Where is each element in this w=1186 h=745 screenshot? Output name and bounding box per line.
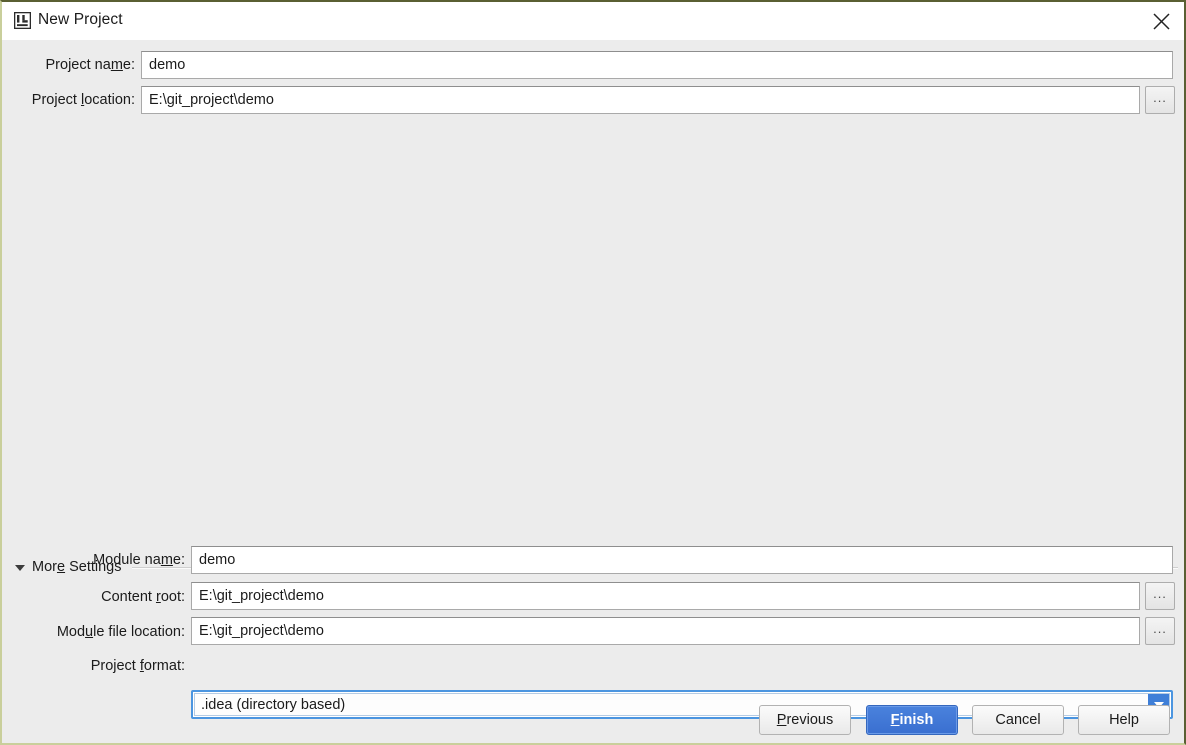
module-name-label: Module name: bbox=[2, 552, 185, 568]
ellipsis-icon: ... bbox=[1153, 90, 1167, 105]
new-project-dialog: New Project Project name: Project locati… bbox=[0, 0, 1186, 745]
label-part: inish bbox=[900, 712, 934, 728]
dialog-content: Project name: Project location: ... More… bbox=[2, 40, 1184, 743]
button-label: Help bbox=[1109, 712, 1139, 728]
close-button[interactable] bbox=[1138, 2, 1184, 40]
project-location-label: Project location: bbox=[2, 92, 135, 108]
previous-button[interactable]: Previous bbox=[759, 705, 851, 735]
label-part: e: bbox=[173, 552, 185, 568]
label-mnemonic: m bbox=[161, 552, 173, 568]
dialog-titlebar: New Project bbox=[2, 2, 1184, 41]
label-part: Module na bbox=[93, 552, 161, 568]
cancel-button[interactable]: Cancel bbox=[972, 705, 1064, 735]
label-part: revious bbox=[786, 712, 833, 728]
label-part: Project na bbox=[46, 57, 111, 73]
label-part: Project bbox=[32, 92, 81, 108]
button-label: Finish bbox=[891, 712, 934, 728]
project-location-browse-button[interactable]: ... bbox=[1145, 86, 1175, 114]
label-part: ormat: bbox=[144, 658, 185, 674]
button-label: Previous bbox=[777, 712, 833, 728]
project-location-input[interactable] bbox=[141, 86, 1140, 114]
module-file-location-browse-button[interactable]: ... bbox=[1145, 617, 1175, 645]
label-part: oot: bbox=[161, 589, 185, 605]
label-part: Project bbox=[91, 658, 140, 674]
content-root-input[interactable] bbox=[191, 582, 1140, 610]
label-part: le file location: bbox=[93, 624, 185, 640]
content-root-browse-button[interactable]: ... bbox=[1145, 582, 1175, 610]
label-mnemonic: P bbox=[777, 712, 787, 728]
finish-button[interactable]: Finish bbox=[866, 705, 958, 735]
project-name-input[interactable] bbox=[141, 51, 1173, 79]
module-name-input[interactable] bbox=[191, 546, 1173, 574]
project-name-label: Project name: bbox=[2, 57, 135, 73]
label-mnemonic: u bbox=[85, 624, 93, 640]
module-file-location-input[interactable] bbox=[191, 617, 1140, 645]
label-mnemonic: m bbox=[111, 57, 123, 73]
ellipsis-icon: ... bbox=[1153, 621, 1167, 636]
close-icon bbox=[1152, 12, 1171, 31]
project-format-selected-value: .idea (directory based) bbox=[195, 697, 345, 713]
project-format-label: Project format: bbox=[2, 658, 185, 674]
button-label: Cancel bbox=[995, 712, 1040, 728]
label-part: e: bbox=[123, 57, 135, 73]
label-part: Content bbox=[101, 589, 156, 605]
label-part: Mod bbox=[57, 624, 85, 640]
intellij-idea-icon bbox=[14, 12, 31, 29]
content-root-label: Content root: bbox=[2, 589, 185, 605]
module-file-location-label: Module file location: bbox=[2, 624, 185, 640]
label-mnemonic: F bbox=[891, 712, 900, 728]
dialog-title: New Project bbox=[38, 11, 123, 29]
label-part: ocation: bbox=[84, 92, 135, 108]
help-button[interactable]: Help bbox=[1078, 705, 1170, 735]
ellipsis-icon: ... bbox=[1153, 586, 1167, 601]
